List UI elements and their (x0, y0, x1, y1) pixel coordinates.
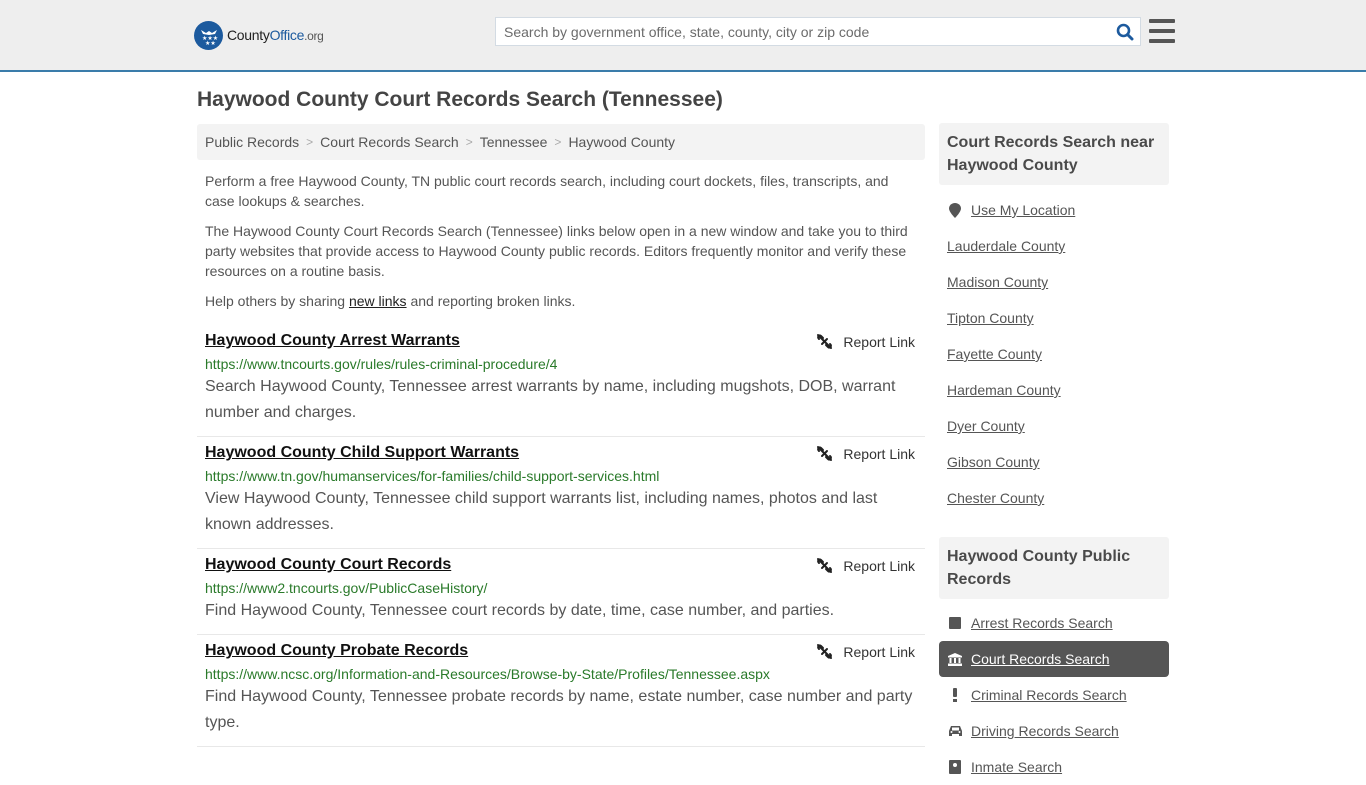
county-link-dyer[interactable]: Dyer County (947, 418, 1025, 434)
menu-bar (1149, 29, 1175, 33)
result-description: Find Haywood County, Tennessee probate r… (205, 688, 913, 731)
report-link-button[interactable]: Report Link (816, 333, 915, 350)
intro-paragraph: Perform a free Haywood County, TN public… (205, 173, 889, 209)
sidebar-item-inmate-search[interactable]: Inmate Search (939, 749, 1169, 785)
breadcrumb-separator: > (306, 135, 314, 149)
sidebar-item-label[interactable]: Court Records Search (971, 651, 1110, 667)
county-link-fayette[interactable]: Fayette County (947, 346, 1042, 362)
result-url: https://www.ncsc.org/Information-and-Res… (205, 666, 770, 682)
broken-link-icon (817, 334, 833, 349)
search-icon (1116, 23, 1134, 40)
nearby-county-item: Hardeman County (939, 372, 1169, 408)
result-item: Haywood County Arrest Warrants Report Li… (197, 325, 925, 437)
intro-paragraph: Help others by sharing new links and rep… (205, 291, 917, 311)
public-records-heading: Haywood County Public Records (939, 537, 1169, 599)
nearby-county-item: Gibson County (939, 444, 1169, 480)
breadcrumb-haywood-county: Haywood County (568, 134, 676, 150)
report-link-label: Report Link (843, 445, 915, 462)
search-bar (495, 17, 1141, 46)
intro-text: Perform a free Haywood County, TN public… (205, 171, 917, 321)
nearby-county-list: Use My Location Lauderdale County Madiso… (939, 192, 1169, 516)
map-marker-icon (947, 202, 963, 218)
result-item: Haywood County Child Support Warrants Re… (197, 437, 925, 549)
search-input[interactable] (496, 18, 1110, 45)
report-link-label: Report Link (843, 643, 915, 660)
nearby-county-item: Fayette County (939, 336, 1169, 372)
nearby-county-item: Chester County (939, 480, 1169, 516)
report-link-button[interactable]: Report Link (816, 557, 915, 574)
county-link-lauderdale[interactable]: Lauderdale County (947, 238, 1065, 254)
report-link-button[interactable]: Report Link (816, 445, 915, 462)
breadcrumb-court-records-search[interactable]: Court Records Search (320, 134, 459, 150)
site-logo[interactable]: ★★★ ★★ CountyOffice.org (194, 20, 324, 50)
report-link-button[interactable]: Report Link (816, 643, 915, 660)
nearby-heading: Court Records Search near Haywood County (939, 123, 1169, 185)
logo-tld: .org (304, 29, 324, 43)
sidebar-item-arrest-records[interactable]: Arrest Records Search (939, 605, 1169, 641)
result-title-link[interactable]: Haywood County Arrest Warrants (205, 331, 460, 351)
sidebar-item-label[interactable]: Inmate Search (971, 759, 1062, 775)
hamburger-menu-icon[interactable] (1149, 19, 1175, 43)
eagle-stars-logo-icon: ★★★ ★★ (194, 20, 223, 50)
broken-link-icon (817, 558, 833, 573)
public-records-list: Arrest Records Search Court Records Sear… (939, 605, 1169, 785)
logo-prefix: County (227, 27, 270, 43)
county-link-madison[interactable]: Madison County (947, 274, 1048, 290)
result-description: Search Haywood County, Tennessee arrest … (205, 378, 896, 421)
result-item: Haywood County Court Records Report Link… (197, 549, 925, 635)
sidebar-item-court-records[interactable]: Court Records Search (939, 641, 1169, 677)
report-link-label: Report Link (843, 333, 915, 350)
result-url: https://www.tn.gov/humanservices/for-fam… (205, 468, 660, 484)
nearby-county-item: Dyer County (939, 408, 1169, 444)
breadcrumb-separator: > (465, 135, 473, 149)
breadcrumb: Public Records > Court Records Search > … (197, 124, 925, 160)
result-title-link[interactable]: Haywood County Probate Records (205, 641, 468, 661)
menu-bar (1149, 19, 1175, 23)
breadcrumb-separator: > (554, 135, 562, 149)
intro-text-after: and reporting broken links. (406, 293, 576, 309)
courthouse-icon (947, 652, 963, 666)
logo-text: CountyOffice.org (227, 27, 324, 43)
results-list: Haywood County Arrest Warrants Report Li… (197, 325, 925, 747)
inmate-icon (947, 760, 963, 774)
new-links-link[interactable]: new links (349, 293, 407, 309)
breadcrumb-tennessee[interactable]: Tennessee (480, 134, 548, 150)
intro-text-before: Help others by sharing (205, 293, 349, 309)
result-title-link[interactable]: Haywood County Court Records (205, 555, 451, 575)
sidebar-item-label[interactable]: Arrest Records Search (971, 615, 1113, 631)
county-link-chester[interactable]: Chester County (947, 490, 1044, 506)
county-link-gibson[interactable]: Gibson County (947, 454, 1040, 470)
logo-brand: Office (269, 27, 305, 43)
svg-text:★★: ★★ (205, 40, 216, 46)
result-description: View Haywood County, Tennessee child sup… (205, 490, 878, 533)
result-title-link[interactable]: Haywood County Child Support Warrants (205, 443, 519, 463)
search-button[interactable] (1110, 18, 1140, 45)
result-description: Find Haywood County, Tennessee court rec… (205, 602, 835, 619)
exclamation-icon (947, 688, 963, 702)
sidebar-item-label[interactable]: Criminal Records Search (971, 687, 1127, 703)
broken-link-icon (817, 446, 833, 461)
car-icon (947, 725, 963, 737)
sidebar-item-label[interactable]: Driving Records Search (971, 723, 1119, 739)
nearby-county-item: Lauderdale County (939, 228, 1169, 264)
result-url: https://www2.tncourts.gov/PublicCaseHist… (205, 580, 488, 596)
report-link-label: Report Link (843, 557, 915, 574)
use-my-location-link[interactable]: Use My Location (971, 202, 1075, 218)
sidebar-item-driving-records[interactable]: Driving Records Search (939, 713, 1169, 749)
menu-bar (1149, 39, 1175, 43)
result-url: https://www.tncourts.gov/rules/rules-cri… (205, 356, 558, 372)
sidebar-item-criminal-records[interactable]: Criminal Records Search (939, 677, 1169, 713)
county-link-tipton[interactable]: Tipton County (947, 310, 1034, 326)
intro-paragraph: The Haywood County Court Records Search … (205, 223, 908, 279)
nearby-county-item: Madison County (939, 264, 1169, 300)
breadcrumb-public-records[interactable]: Public Records (205, 134, 299, 150)
nearby-county-item: Tipton County (939, 300, 1169, 336)
page-title: Haywood County Court Records Search (Ten… (197, 88, 723, 111)
county-link-hardeman[interactable]: Hardeman County (947, 382, 1061, 398)
broken-link-icon (817, 644, 833, 659)
site-header: ★★★ ★★ CountyOffice.org (0, 0, 1366, 72)
result-item: Haywood County Probate Records Report Li… (197, 635, 925, 747)
square-icon (947, 617, 963, 629)
use-my-location-item: Use My Location (939, 192, 1169, 228)
